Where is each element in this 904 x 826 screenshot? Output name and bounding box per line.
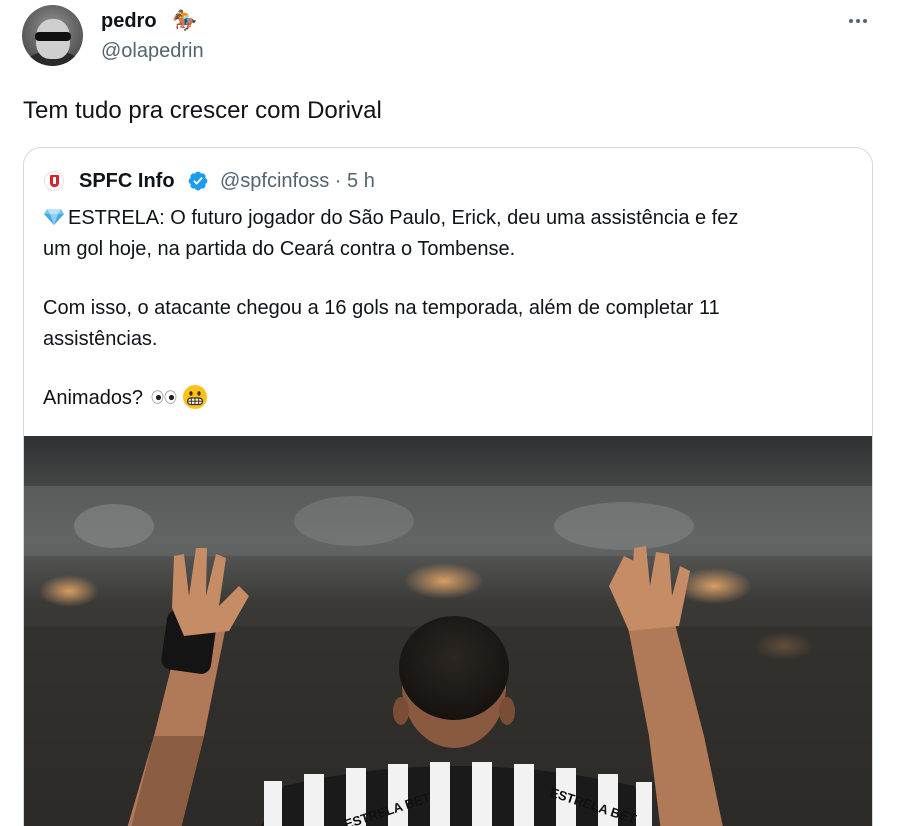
gem-emoji [44,209,64,225]
quoted-text-line-3: Com isso, o atacante chegou a 16 gols na… [43,297,720,319]
quoted-text-line-5: Animados? [43,383,858,414]
more-options-button[interactable] [843,8,873,34]
verified-badge-icon [188,171,208,191]
quoted-handle[interactable]: @spfcinfoss [220,170,329,192]
more-horizontal-icon [849,19,853,23]
quoted-display-name[interactable]: SPFC Info [79,168,175,194]
tweet-text: Tem tudo pra crescer com Dorival [23,97,382,124]
horse-racing-emoji: 🏇 [172,10,197,32]
quoted-handle-time[interactable]: @spfcinfoss · 5 h [220,168,375,194]
quoted-line-1-text: ESTRELA: O futuro jogador do São Paulo, … [68,207,739,229]
avatar[interactable] [22,5,83,66]
more-dot [856,19,860,23]
spfc-logo-avatar[interactable] [44,171,64,191]
quoted-tweet[interactable]: SPFC Info @spfcinfoss · 5 h ESTRELA: O f… [23,147,873,826]
quoted-text: ESTRELA: O futuro jogador do São Paulo, … [43,203,858,414]
display-name[interactable]: pedro [101,8,157,34]
more-dot [863,19,867,23]
avatar-sunglasses [35,32,71,41]
eyes-emoji [151,390,177,404]
user-handle[interactable]: @olapedrin [101,38,204,64]
quoted-timestamp[interactable]: · 5 h [335,170,375,192]
grimacing-face-emoji [183,385,208,409]
quoted-line-5-text: Animados? [43,387,144,409]
shield-icon [50,175,59,187]
football-player-photo: ESTRELA BET brisanet ESTRELA BET [24,436,872,826]
quoted-media-image[interactable]: ESTRELA BET brisanet ESTRELA BET [24,436,872,826]
tweet[interactable]: pedro 🏇 @olapedrin Tem tudo pra crescer … [0,0,904,826]
quoted-text-line-2: um gol hoje, na partida do Ceará contra … [43,238,516,260]
quoted-text-line-4: assistências. [43,328,158,350]
quoted-text-line-1: ESTRELA: O futuro jogador do São Paulo, … [43,203,858,234]
